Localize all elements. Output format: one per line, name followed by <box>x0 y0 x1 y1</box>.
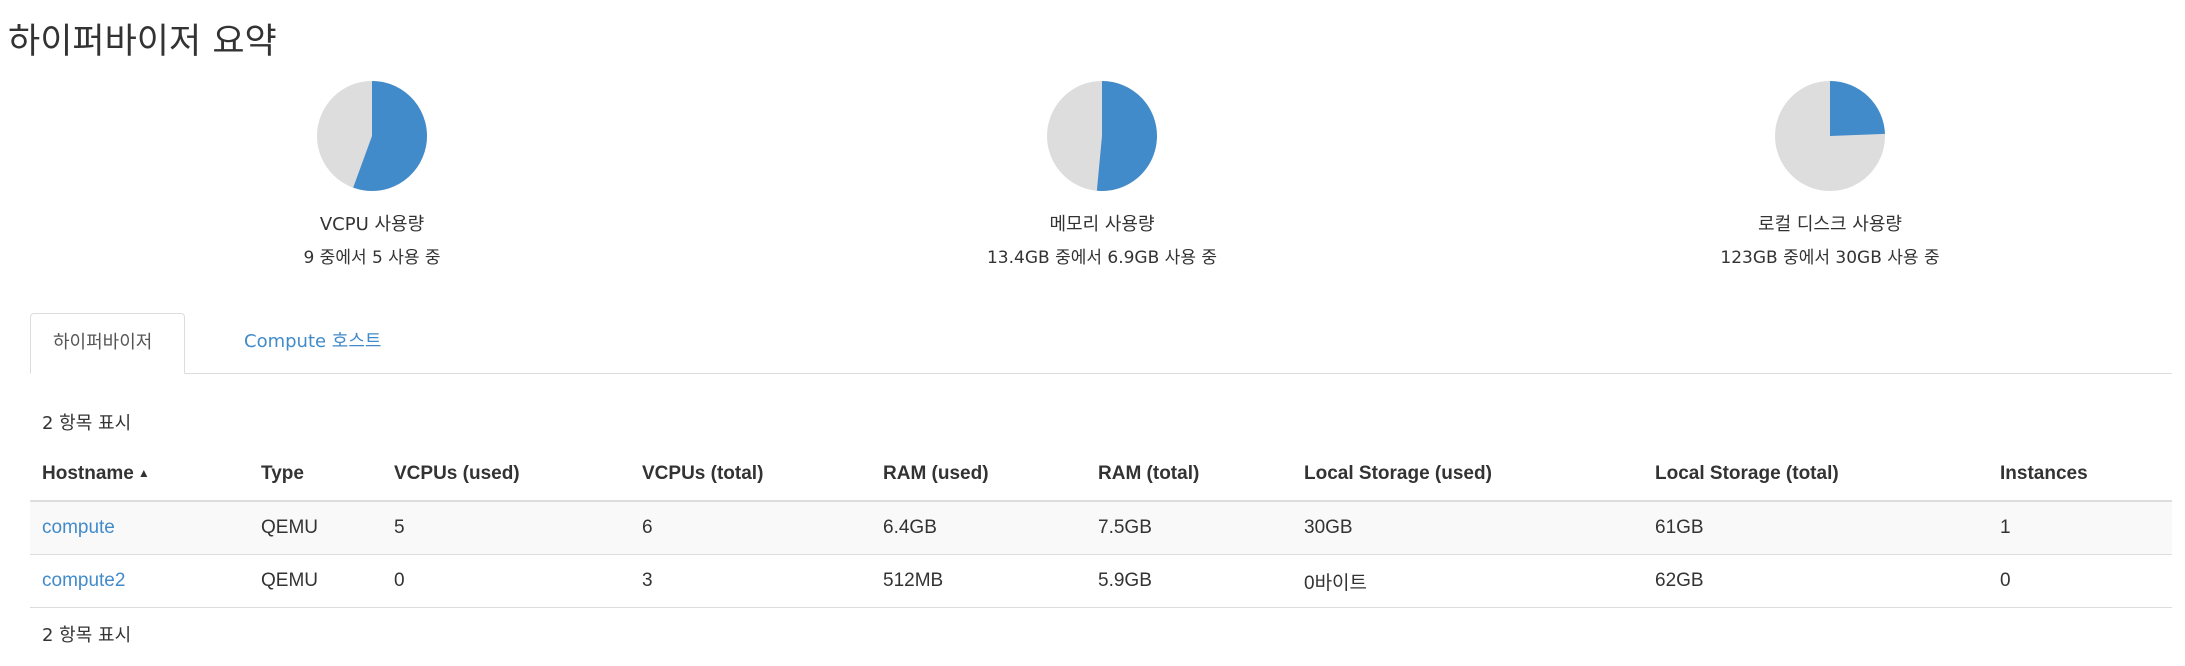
column-header-vcpus-total[interactable]: VCPUs (total) <box>630 447 871 502</box>
vcpus-total-cell: 3 <box>630 554 871 608</box>
type-cell: QEMU <box>249 554 382 608</box>
vcpus-used-cell: 0 <box>382 554 630 608</box>
disk-usage-chart: 로컬 디스크 사용량 123GB 중에서 30GB 사용 중 <box>1680 80 1980 270</box>
usage-summary: VCPU 사용량 9 중에서 5 사용 중 메모리 사용량 13.4GB 중에서… <box>0 80 2185 280</box>
storage-used-cell: 0바이트 <box>1292 554 1643 608</box>
hostname-cell: compute2 <box>30 554 249 608</box>
ram-used-cell: 6.4GB <box>871 501 1086 555</box>
memory-usage-chart: 메모리 사용량 13.4GB 중에서 6.9GB 사용 중 <box>952 80 1252 270</box>
vcpu-pie-icon <box>317 81 427 191</box>
item-count-bottom: 2 항목 표시 <box>42 625 132 646</box>
vcpu-usage-chart: VCPU 사용량 9 중에서 5 사용 중 <box>222 80 522 270</box>
item-count-top: 2 항목 표시 <box>42 413 132 434</box>
ram-total-cell: 7.5GB <box>1086 501 1292 555</box>
tab-bar: 하이퍼바이저 Compute 호스트 <box>30 313 2172 374</box>
pie-detail: 9 중에서 5 사용 중 <box>303 248 441 268</box>
tab-compute-hosts[interactable]: Compute 호스트 <box>222 313 403 373</box>
column-header-storage-used[interactable]: Local Storage (used) <box>1292 447 1643 502</box>
table-header-row: Hostname ▲ Type VCPUs (used) VCPUs (total… <box>30 447 2172 502</box>
table-row: compute2 QEMU 0 3 512MB 5.9GB 0바이트 62GB … <box>30 554 2172 608</box>
storage-used-cell: 30GB <box>1292 501 1643 555</box>
disk-pie-icon <box>1775 81 1885 191</box>
table-row: compute QEMU 5 6 6.4GB 7.5GB 30GB 61GB 1 <box>30 501 2172 555</box>
column-header-hostname[interactable]: Hostname ▲ <box>30 447 249 502</box>
hypervisor-table: Hostname ▲ Type VCPUs (used) VCPUs (total… <box>30 447 2172 608</box>
pie-label: 메모리 사용량 <box>1049 214 1155 235</box>
column-header-ram-total[interactable]: RAM (total) <box>1086 447 1292 502</box>
column-header-instances[interactable]: Instances <box>1988 447 2172 502</box>
memory-pie-icon <box>1047 81 1157 191</box>
pie-used-slice <box>1096 81 1157 191</box>
pie-used-slice <box>1830 81 1885 136</box>
vcpus-total-cell: 6 <box>630 501 871 555</box>
pie-detail: 13.4GB 중에서 6.9GB 사용 중 <box>986 248 1217 268</box>
instances-cell: 0 <box>1988 554 2172 608</box>
pie-label: VCPU 사용량 <box>319 214 425 235</box>
column-header-vcpus-used[interactable]: VCPUs (used) <box>382 447 630 502</box>
hostname-cell: compute <box>30 501 249 555</box>
ram-total-cell: 5.9GB <box>1086 554 1292 608</box>
page-title: 하이퍼바이저 요약 <box>8 22 277 62</box>
hostname-link[interactable]: compute2 <box>42 570 125 591</box>
pie-label: 로컬 디스크 사용량 <box>1758 214 1902 235</box>
column-header-storage-total[interactable]: Local Storage (total) <box>1643 447 1988 502</box>
instances-cell: 1 <box>1988 501 2172 555</box>
column-header-type[interactable]: Type <box>249 447 382 502</box>
ram-used-cell: 512MB <box>871 554 1086 608</box>
hostname-link[interactable]: compute <box>42 517 115 538</box>
storage-total-cell: 61GB <box>1643 501 1988 555</box>
vcpus-used-cell: 5 <box>382 501 630 555</box>
type-cell: QEMU <box>249 501 382 555</box>
storage-total-cell: 62GB <box>1643 554 1988 608</box>
caret-up-icon: ▲ <box>137 466 150 481</box>
column-header-ram-used[interactable]: RAM (used) <box>871 447 1086 502</box>
tab-hypervisors[interactable]: 하이퍼바이저 <box>30 313 185 374</box>
pie-detail: 123GB 중에서 30GB 사용 중 <box>1720 248 1940 268</box>
